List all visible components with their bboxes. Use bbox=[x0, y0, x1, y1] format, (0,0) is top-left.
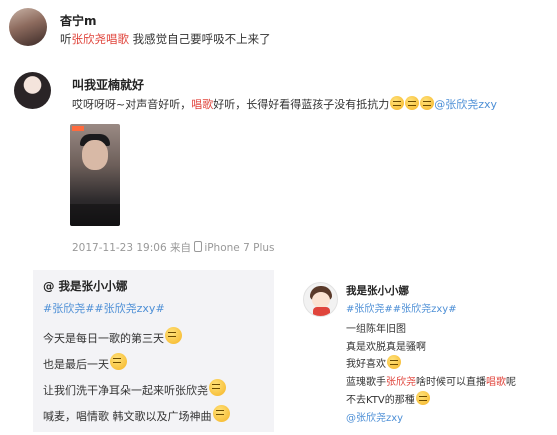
card-right-line4-prefix: 蓝瑰歌手 bbox=[346, 377, 386, 388]
card-right-line4: 蓝瑰歌手张欣尧啥时候可以直播唱歌呢 bbox=[346, 373, 516, 388]
card-right-line3-text: 我好喜欢 bbox=[346, 359, 386, 370]
avatar-body-shape bbox=[313, 307, 330, 316]
card-right-mention[interactable]: @张欣尧zxy bbox=[346, 409, 403, 424]
post2-text-part1: 哎呀呀呀~对声音好听， bbox=[72, 98, 192, 111]
post-device: iPhone 7 Plus bbox=[204, 242, 275, 254]
avatar[interactable] bbox=[303, 282, 338, 317]
minion-emoji-icon bbox=[165, 327, 182, 344]
post1-text: 听张欣尧唱歌 我感觉自己要呼吸不上来了 bbox=[60, 31, 271, 47]
card-right-line4-suffix: 呢 bbox=[506, 377, 516, 388]
post2-username[interactable]: 叫我亚楠就好 bbox=[72, 76, 144, 93]
avatar-face-shape bbox=[312, 292, 330, 308]
card-left-line2: 也是最后一天 bbox=[43, 353, 127, 372]
post1-text-suffix: 我感觉自己要呼吸不上来了 bbox=[129, 32, 271, 46]
card-left-tags[interactable]: #张欣尧##张欣尧zxy# bbox=[43, 300, 165, 316]
thinking-emoji-icon bbox=[209, 379, 226, 396]
card-left-line4-text: 喊麦，唱情歌 韩文歌以及广场神曲 bbox=[43, 410, 212, 423]
post-timestamp: 2017-11-23 19:06 bbox=[72, 242, 167, 254]
avatar[interactable] bbox=[9, 8, 47, 46]
sweat-smile-emoji-icon bbox=[420, 96, 435, 110]
post2-mention[interactable]: @张欣尧zxy bbox=[434, 98, 497, 111]
card-left-line3: 让我们洗干净耳朵一起来听张欣尧 bbox=[43, 379, 226, 398]
post-photo[interactable] bbox=[70, 124, 120, 226]
avatar[interactable] bbox=[14, 72, 51, 109]
card-left-line1: 今天是每日一歌的第三天 bbox=[43, 327, 182, 346]
post2-highlight: 唱歌 bbox=[191, 98, 214, 111]
sweat-smile-emoji-icon bbox=[405, 96, 420, 110]
minion-emoji-icon bbox=[387, 355, 401, 369]
post1-mention[interactable]: 张欣尧 bbox=[72, 32, 107, 46]
minion-emoji-icon bbox=[212, 405, 230, 422]
sweat-smile-emoji-icon bbox=[390, 96, 405, 110]
card-right-line4-mention[interactable]: 张欣尧 bbox=[386, 377, 416, 388]
card-left-line1-text: 今天是每日一歌的第三天 bbox=[43, 332, 164, 345]
card-right-line2: 真是欢脱真是骚啊 bbox=[346, 342, 426, 353]
card-right-line4-highlight: 唱歌 bbox=[486, 377, 506, 388]
card-right-line4-mid: 啥时候可以直播 bbox=[416, 377, 486, 388]
post2-text-part2: 好听，长得好看得蓝孩子没有抵抗力 bbox=[213, 98, 390, 111]
card-left-username[interactable]: @ 我是张小小娜 bbox=[43, 278, 128, 294]
post2-meta: 2017-11-23 19:06 来自 iPhone 7 Plus bbox=[72, 240, 275, 255]
card-left-line3-text: 让我们洗干净耳朵一起来听张欣尧 bbox=[43, 384, 208, 397]
card-right-username[interactable]: 我是张小小娜 bbox=[346, 283, 409, 298]
minion-emoji-icon bbox=[415, 391, 430, 405]
face-shape bbox=[82, 140, 108, 170]
meta-from: 来自 bbox=[166, 242, 195, 254]
post2-text: 哎呀呀呀~对声音好听，唱歌好听，长得好看得蓝孩子没有抵抗力 @张欣尧zxy bbox=[72, 96, 497, 112]
card-right-line3: 我好喜欢 bbox=[346, 355, 401, 370]
phone-icon bbox=[194, 241, 203, 252]
minion-emoji-icon bbox=[110, 353, 127, 370]
card-left-line4: 喊麦，唱情歌 韩文歌以及广场神曲 bbox=[43, 405, 230, 424]
card-left-line2-text: 也是最后一天 bbox=[43, 358, 109, 371]
card-right-tags[interactable]: #张欣尧##张欣尧zxy# bbox=[346, 300, 457, 315]
card-right-line5: 不去KTV的那種 bbox=[346, 391, 430, 406]
live-badge-icon bbox=[72, 126, 84, 131]
post1-highlight: 唱歌 bbox=[106, 32, 129, 46]
card-right-line5-text: 不去KTV的那種 bbox=[346, 395, 415, 406]
photo-bottom-bar bbox=[70, 204, 120, 226]
card-right-line1: 一组陈年旧图 bbox=[346, 324, 406, 335]
post1-username[interactable]: 杳宁m bbox=[60, 12, 97, 29]
post1-text-prefix: 听 bbox=[60, 32, 72, 46]
